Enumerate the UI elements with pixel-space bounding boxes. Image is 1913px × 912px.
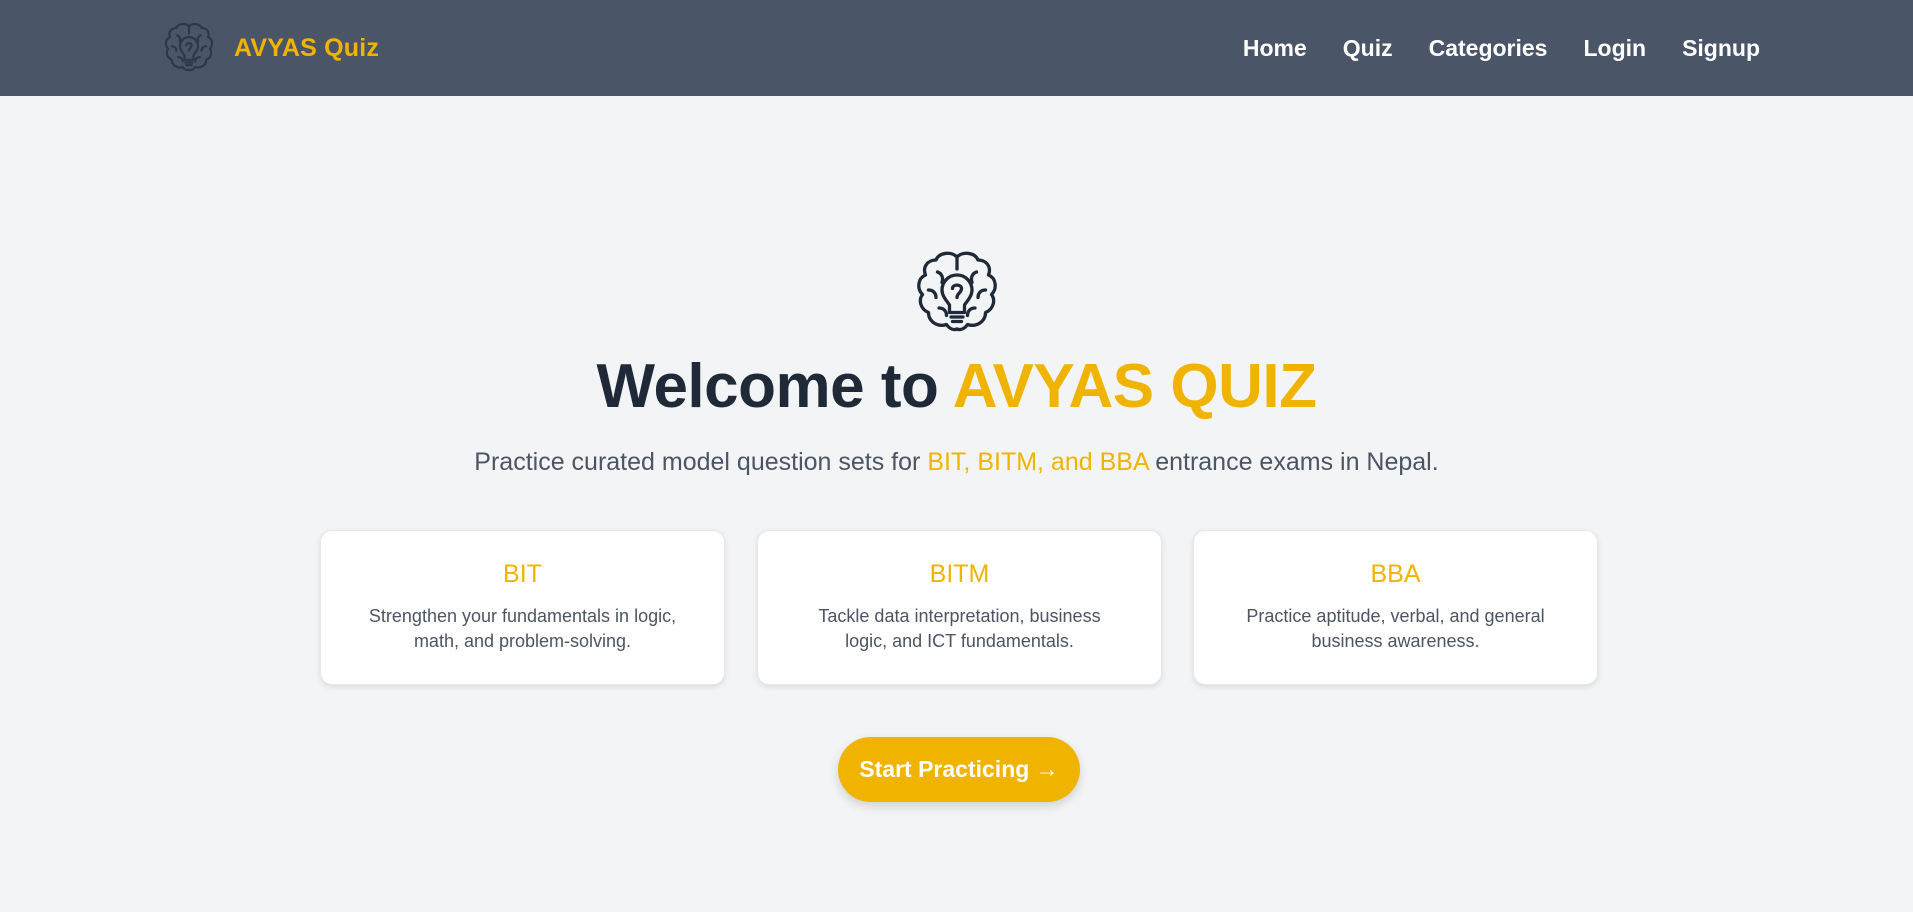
subtitle-suffix: entrance exams in Nepal. <box>1148 448 1439 476</box>
card-title: BIT <box>503 560 542 588</box>
main-nav: Home Quiz Categories Login Signup <box>1243 0 1760 96</box>
brand-name: AVYAS Quiz <box>234 33 380 62</box>
card-description: Strengthen your fundamentals in logic, m… <box>368 606 677 651</box>
card-title: BBA <box>1370 560 1421 588</box>
program-cards: BIT Strengthen your fundamentals in logi… <box>320 530 1599 687</box>
nav-quiz[interactable]: Quiz <box>1343 35 1393 62</box>
brain-lightbulb-icon <box>917 251 997 332</box>
subtitle-prefix: Practice curated model question sets for <box>474 448 928 476</box>
title-prefix: Welcome to <box>596 352 953 421</box>
hero-section: Welcome to AVYAS QUIZ Practice curated m… <box>0 96 1913 912</box>
card-bitm[interactable]: BITM Tackle data interpretation, busines… <box>757 530 1162 685</box>
brain-lightbulb-icon <box>164 22 214 72</box>
hero-subtitle: Practice curated model question sets for… <box>0 446 1913 478</box>
nav-home[interactable]: Home <box>1243 35 1307 62</box>
top-navbar: AVYAS Quiz Home Quiz Categories Login Si… <box>0 0 1913 96</box>
nav-categories[interactable]: Categories <box>1429 35 1548 62</box>
brand-link[interactable]: AVYAS Quiz <box>160 17 379 79</box>
card-bit[interactable]: BIT Strengthen your fundamentals in logi… <box>320 530 725 685</box>
card-bba[interactable]: BBA Practice aptitude, verbal, and gener… <box>1193 530 1598 685</box>
card-title: BITM <box>929 560 990 588</box>
card-description: Tackle data interpretation, business log… <box>818 606 1101 651</box>
card-description: Practice aptitude, verbal, and general b… <box>1246 606 1545 651</box>
subtitle-highlight: BIT, BITM, and BBA <box>927 448 1149 476</box>
nav-login[interactable]: Login <box>1583 35 1646 62</box>
start-practicing-button[interactable]: Start Practicing → <box>838 737 1080 802</box>
title-accent: AVYAS QUIZ <box>952 352 1317 421</box>
nav-signup[interactable]: Signup <box>1682 35 1760 62</box>
page-title: Welcome to AVYAS QUIZ <box>0 347 1913 427</box>
